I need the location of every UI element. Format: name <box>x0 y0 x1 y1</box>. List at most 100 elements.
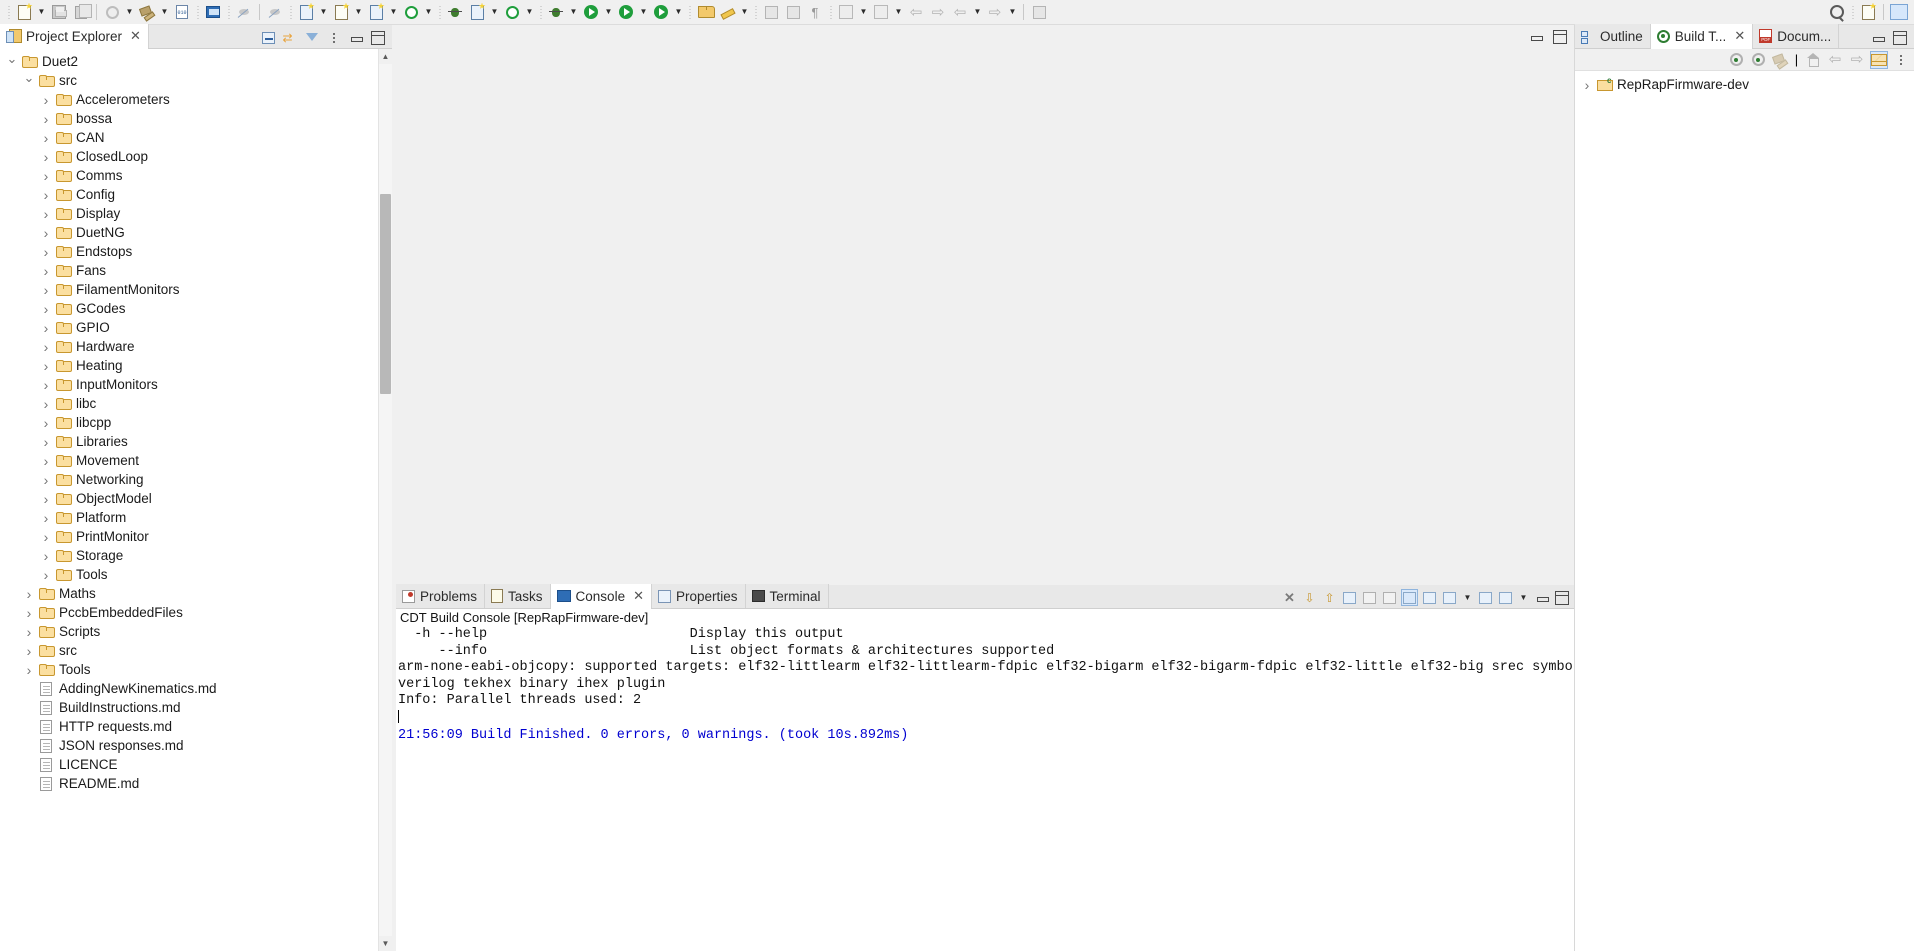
run-config-icon[interactable] <box>650 2 672 23</box>
new-wizard-dropdown[interactable] <box>35 2 48 23</box>
tree-item[interactable]: HTTP requests.md <box>0 717 392 736</box>
maximize-view-button[interactable] <box>1892 30 1908 46</box>
back-button[interactable]: ⇦ <box>1826 51 1844 69</box>
tree-item[interactable]: Platform <box>0 508 392 527</box>
back-icon[interactable]: ⇦ <box>949 2 971 23</box>
chevron-right-icon[interactable] <box>38 111 54 127</box>
tree-item[interactable]: Maths <box>0 584 392 603</box>
tree-item[interactable]: README.md <box>0 774 392 793</box>
chevron-right-icon[interactable] <box>38 206 54 222</box>
new-c-source-folder-dropdown[interactable] <box>352 2 365 23</box>
new-wizard-icon[interactable] <box>13 2 35 23</box>
display-selected-console-button[interactable] <box>1441 589 1458 606</box>
chevron-right-icon[interactable] <box>21 586 37 602</box>
build-target-item[interactable]: RepRapFirmware-dev <box>1575 75 1914 94</box>
tree-item[interactable]: AddingNewKinematics.md <box>0 679 392 698</box>
binary-010-icon[interactable]: 010 <box>171 2 193 23</box>
scroll-up-button[interactable]: ⇧ <box>1321 589 1338 606</box>
debug-step-icon[interactable] <box>264 2 286 23</box>
tab-buildt[interactable]: Build T... ✕ <box>1650 24 1754 49</box>
toggle-word-wrap-button[interactable] <box>1361 589 1378 606</box>
project-tree-scrollbar[interactable]: ▲ ▼ <box>378 49 392 951</box>
chevron-right-icon[interactable] <box>38 320 54 336</box>
maximize-view-button[interactable] <box>370 30 386 46</box>
build-hammer-icon[interactable] <box>136 2 158 23</box>
chevron-right-icon[interactable] <box>38 244 54 260</box>
run-icon[interactable] <box>580 2 602 23</box>
new-c-file-icon[interactable] <box>365 2 387 23</box>
tree-item[interactable]: Storage <box>0 546 392 565</box>
tree-item[interactable]: Endstops <box>0 242 392 261</box>
tree-item[interactable]: DuetNG <box>0 223 392 242</box>
tree-item[interactable]: src <box>0 71 392 90</box>
skip-breakpoints-icon[interactable] <box>233 2 255 23</box>
search-g-icon[interactable] <box>400 2 422 23</box>
tree-item[interactable]: GCodes <box>0 299 392 318</box>
tree-item[interactable]: Duet2 <box>0 52 392 71</box>
chevron-right-icon[interactable] <box>38 415 54 431</box>
tab-console[interactable]: Console ✕ <box>550 584 652 609</box>
tree-item[interactable]: PccbEmbeddedFiles <box>0 603 392 622</box>
edit-pencil-dropdown[interactable] <box>738 2 751 23</box>
close-icon[interactable]: ✕ <box>130 28 141 44</box>
project-tree[interactable]: Duet2 src Accelerometers bossa CAN ClosedLoop… <box>0 49 392 793</box>
chevron-right-icon[interactable] <box>38 187 54 203</box>
tab-properties[interactable]: Properties <box>651 584 746 608</box>
scroll-lock-button[interactable] <box>1381 589 1398 606</box>
new-c-class-icon[interactable] <box>295 2 317 23</box>
tree-item[interactable]: Heating <box>0 356 392 375</box>
new-c-source-folder-icon[interactable] <box>330 2 352 23</box>
g-plugin-dropdown[interactable] <box>523 2 536 23</box>
tree-item[interactable]: ObjectModel <box>0 489 392 508</box>
tree-item[interactable]: BuildInstructions.md <box>0 698 392 717</box>
minimize-console-button[interactable] <box>1533 589 1550 606</box>
tree-item[interactable]: Fans <box>0 261 392 280</box>
open-console-icon[interactable] <box>202 2 224 23</box>
view-menu-button[interactable] <box>326 30 342 46</box>
chevron-right-icon[interactable] <box>38 434 54 450</box>
build-target-button[interactable] <box>1771 51 1789 69</box>
debug-icon[interactable] <box>545 2 567 23</box>
forward-button[interactable]: ⇨ <box>1848 51 1866 69</box>
tree-item[interactable]: Tools <box>0 565 392 584</box>
chevron-right-icon[interactable] <box>21 662 37 678</box>
chevron-right-icon[interactable] <box>38 453 54 469</box>
build-all-dropdown[interactable] <box>123 2 136 23</box>
tree-item[interactable]: Movement <box>0 451 392 470</box>
new-c-class-dropdown[interactable] <box>317 2 330 23</box>
terminate-button[interactable]: ✕ <box>1281 589 1298 606</box>
new-editor-icon[interactable] <box>760 2 782 23</box>
chevron-right-icon[interactable] <box>38 339 54 355</box>
display-selected-console-button-dropdown[interactable] <box>1461 589 1474 606</box>
show-console-when-output-button[interactable] <box>1401 589 1418 606</box>
chevron-right-icon[interactable] <box>38 472 54 488</box>
chevron-right-icon[interactable] <box>38 92 54 108</box>
toggle-block-selection-icon[interactable] <box>782 2 804 23</box>
debug-dropdown[interactable] <box>567 2 580 23</box>
link-with-editor-button[interactable] <box>282 30 298 46</box>
tree-item[interactable]: Comms <box>0 166 392 185</box>
run-external-tools-icon[interactable] <box>615 2 637 23</box>
close-icon[interactable]: ✕ <box>633 588 644 604</box>
open-resource-icon[interactable] <box>694 2 716 23</box>
close-icon[interactable]: ✕ <box>1734 28 1745 44</box>
new-c-file-dropdown[interactable] <box>387 2 400 23</box>
chevron-right-icon[interactable] <box>38 510 54 526</box>
minimize-view-button[interactable] <box>348 30 364 46</box>
tab-docum[interactable]: Docum... <box>1753 24 1840 48</box>
open-console-dropdown[interactable] <box>1497 589 1514 606</box>
tree-item[interactable]: libc <box>0 394 392 413</box>
tab-outline[interactable]: Outline <box>1575 24 1651 48</box>
run-dropdown[interactable] <box>602 2 615 23</box>
new-window-icon[interactable] <box>1028 2 1050 23</box>
forward-icon[interactable]: ⇨ <box>984 2 1006 23</box>
g-plugin-icon[interactable] <box>501 2 523 23</box>
minimize-editor-button[interactable] <box>1528 29 1544 45</box>
chevron-right-icon[interactable] <box>38 301 54 317</box>
chevron-right-icon[interactable] <box>21 605 37 621</box>
minimize-view-button[interactable] <box>1870 30 1886 46</box>
build-all-icon[interactable] <box>101 2 123 23</box>
view-filter-button[interactable] <box>304 30 320 46</box>
chevron-right-icon[interactable] <box>38 358 54 374</box>
chevron-right-icon[interactable] <box>38 149 54 165</box>
